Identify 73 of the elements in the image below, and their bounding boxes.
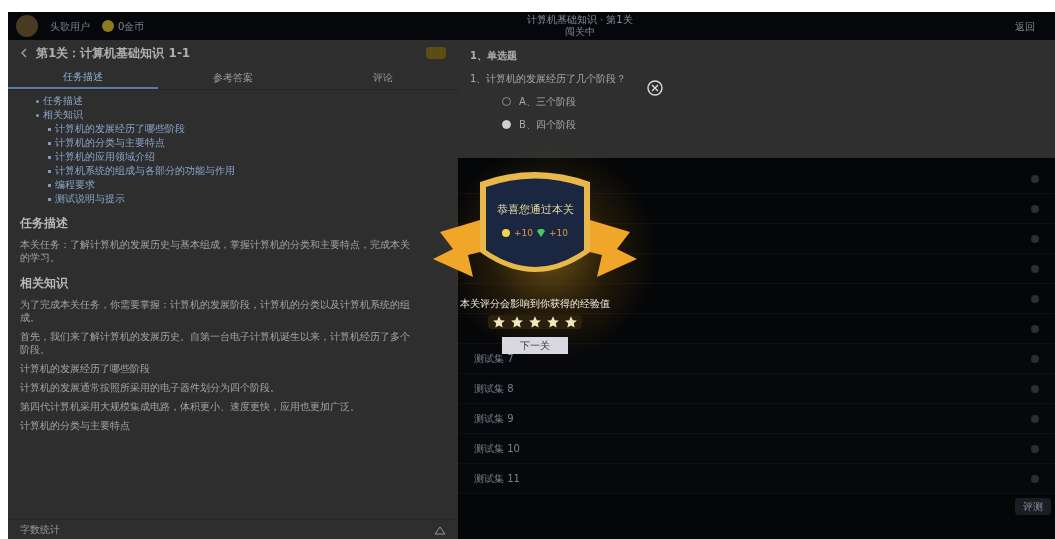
- coin-icon: [102, 20, 114, 32]
- bullet-icon: [36, 113, 39, 117]
- section-heading: 任务描述: [20, 215, 69, 232]
- outline-link[interactable]: 任务描述: [43, 94, 83, 108]
- coin-icon: [502, 229, 510, 238]
- submit-button[interactable]: 评测: [1015, 498, 1051, 515]
- bullet-icon: [48, 197, 51, 201]
- coin-count: 0金币: [118, 19, 145, 34]
- reward-amount: +10: [514, 226, 533, 240]
- outline-link[interactable]: 计算机的发展经历了哪些阶段: [55, 122, 185, 136]
- test-label: 测试集 7: [474, 352, 514, 366]
- outline-link[interactable]: 计算机系统的组成与各部分的功能与作用: [55, 164, 235, 178]
- question-type: 1、单选题: [470, 49, 518, 63]
- close-icon[interactable]: [647, 80, 663, 96]
- bullet-icon: [48, 155, 51, 159]
- status-icon: [1031, 324, 1039, 333]
- status-icon: [1031, 204, 1039, 213]
- modal-title: 恭喜您通过本关: [496, 202, 574, 218]
- paragraph: 计算机的发展经历了哪些阶段: [20, 362, 151, 375]
- paragraph: 计算机的发展通常按照所采用的电子器件划分为四个阶段。: [20, 381, 281, 394]
- back-icon[interactable]: [20, 48, 28, 58]
- star-icon: [528, 315, 542, 329]
- question-text: 1、计算机的发展经历了几个阶段？: [470, 72, 628, 86]
- bullet-icon: [36, 99, 39, 103]
- option-label: A、三个阶段: [519, 95, 576, 109]
- bullet-icon: [48, 169, 51, 173]
- bullet-icon: [48, 141, 51, 145]
- page-title: 计算机基础知识 · 第1关: [526, 14, 633, 26]
- test-label: 测试集 9: [474, 412, 514, 426]
- bullet-icon: [48, 183, 51, 187]
- star-icon: [492, 315, 506, 329]
- tab[interactable]: 任务描述: [8, 66, 158, 89]
- outline-link[interactable]: 计算机的分类与主要特点: [55, 136, 165, 150]
- status-icon: [1031, 444, 1039, 453]
- back-link[interactable]: 返回: [1015, 18, 1047, 34]
- status-icon: [1031, 354, 1039, 363]
- test-label: 测试集 10: [474, 442, 520, 456]
- bullet-icon: [48, 127, 51, 131]
- paragraph: 首先，我们来了解计算机的发展历史。自第一台电子计算机诞生以来，计算机经历了多个阶段。: [20, 330, 411, 356]
- radio-button[interactable]: [502, 120, 511, 129]
- user-name[interactable]: 头歌用户: [50, 18, 90, 34]
- outline-link[interactable]: 计算机的应用领域介绍: [55, 150, 155, 164]
- next-level-button[interactable]: 下一关: [502, 337, 568, 354]
- paragraph: 第四代计算机采用大规模集成电路，体积更小、速度更快，应用也更加广泛。: [20, 400, 361, 413]
- option-label: B、四个阶段: [519, 118, 576, 132]
- tab[interactable]: 评论: [308, 66, 458, 89]
- paragraph: 计算机的分类与主要特点: [20, 419, 131, 432]
- gem-icon: [537, 229, 545, 238]
- status-icon: [1031, 264, 1039, 273]
- star-icon: [546, 315, 560, 329]
- outline-link[interactable]: 测试说明与提示: [55, 192, 125, 206]
- status-icon: [1031, 234, 1039, 243]
- status-icon: [1031, 384, 1039, 393]
- test-label: 测试集 11: [474, 472, 520, 486]
- page-subtitle: 闯关中: [564, 26, 595, 38]
- task-title: 第1关：计算机基础知识 1-1: [36, 45, 192, 62]
- star-icon: [510, 315, 524, 329]
- paragraph: 本关任务：了解计算机的发展历史与基本组成，掌握计算机的分类和主要特点，完成本关的学习。: [20, 238, 411, 264]
- paragraph: 为了完成本关任务，你需要掌握：计算机的发展阶段，计算机的分类以及计算机系统的组成。: [20, 298, 411, 324]
- status-icon: [1031, 414, 1039, 423]
- outline-link[interactable]: 编程要求: [55, 178, 95, 192]
- test-label: 测试集 8: [474, 382, 514, 396]
- star-icon: [564, 315, 578, 329]
- tab[interactable]: 参考答案: [158, 66, 308, 89]
- section-heading: 相关知识: [20, 275, 69, 292]
- modal-message: 本关评分会影响到你获得的经验值: [460, 297, 610, 311]
- reward-amount: +10: [549, 226, 568, 240]
- expand-icon[interactable]: [434, 524, 446, 535]
- outline-link[interactable]: 相关知识: [43, 108, 83, 122]
- word-count: 字数统计: [20, 523, 60, 537]
- status-icon: [1031, 294, 1039, 303]
- status-icon: [1031, 474, 1039, 483]
- status-icon: [1031, 174, 1039, 183]
